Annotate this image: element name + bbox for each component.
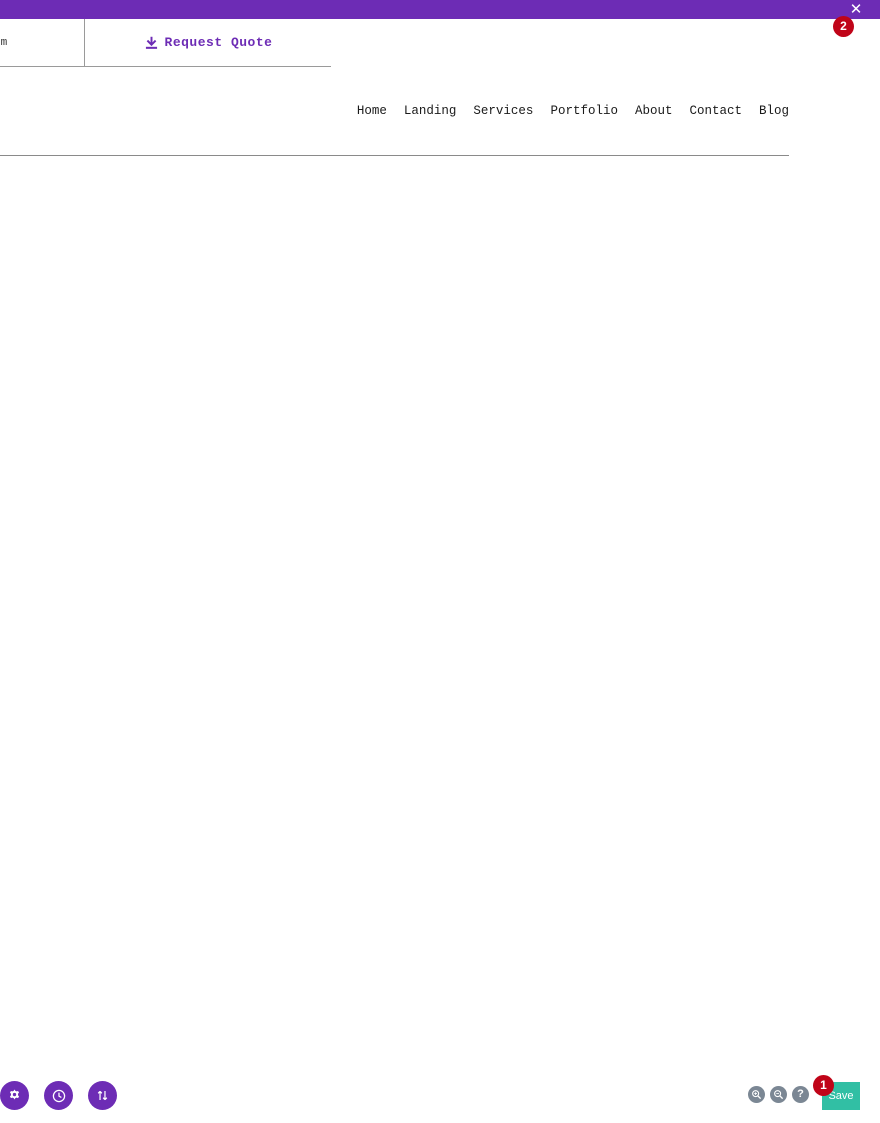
- nav-item-about[interactable]: About: [635, 104, 673, 118]
- nav-item-services[interactable]: Services: [473, 104, 533, 118]
- request-quote-inner: Request Quote: [145, 35, 273, 50]
- sort-button[interactable]: [88, 1081, 117, 1110]
- help-button[interactable]: ?: [792, 1086, 809, 1103]
- zoom-in-icon: [751, 1089, 762, 1100]
- notification-badge-top: 2: [833, 16, 854, 37]
- quote-panel: om Request Quote: [0, 19, 331, 67]
- request-quote-label: Request Quote: [165, 35, 273, 50]
- partial-domain-text: om: [0, 37, 7, 49]
- main-navigation: Home Landing Services Portfolio About Co…: [0, 96, 789, 156]
- quote-panel-left-cell: om: [0, 19, 85, 66]
- download-icon: [145, 36, 158, 50]
- zoom-out-icon: [773, 1089, 784, 1100]
- request-quote-button[interactable]: Request Quote: [86, 19, 331, 66]
- zoom-out-button[interactable]: [770, 1086, 787, 1103]
- nav-item-contact[interactable]: Contact: [689, 104, 742, 118]
- top-purple-bar: ✕: [0, 0, 880, 19]
- clock-icon: [52, 1089, 66, 1103]
- floating-action-button-group: [0, 1081, 117, 1110]
- history-button[interactable]: [44, 1081, 73, 1110]
- nav-item-landing[interactable]: Landing: [404, 104, 457, 118]
- gear-icon: [8, 1089, 21, 1102]
- sort-arrows-icon: [96, 1089, 109, 1102]
- zoom-tool-group: ?: [748, 1086, 809, 1103]
- settings-button[interactable]: [0, 1081, 29, 1110]
- question-mark-icon: ?: [797, 1086, 804, 1103]
- nav-item-home[interactable]: Home: [357, 104, 387, 118]
- save-button-label: Save: [828, 1090, 853, 1102]
- nav-list: Home Landing Services Portfolio About Co…: [357, 96, 789, 118]
- notification-badge-save: 1: [813, 1075, 834, 1096]
- nav-item-blog[interactable]: Blog: [759, 104, 789, 118]
- close-icon[interactable]: ✕: [848, 1, 864, 17]
- zoom-in-button[interactable]: [748, 1086, 765, 1103]
- nav-item-portfolio[interactable]: Portfolio: [550, 104, 618, 118]
